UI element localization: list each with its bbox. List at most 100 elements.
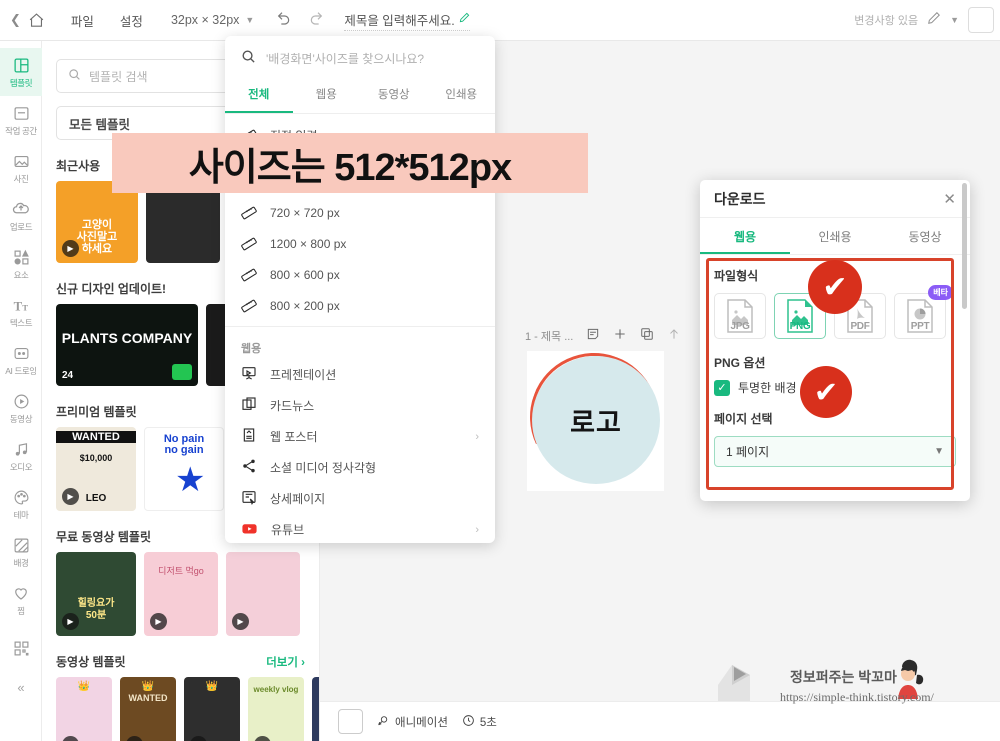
sidebar-item-photo[interactable]: 사진	[0, 144, 42, 192]
template-card[interactable]: WANTED $10,000 LEO ▶	[56, 427, 136, 511]
sidebar-item-upload[interactable]: 업로드	[0, 192, 42, 240]
size-item[interactable]: 800 × 600 px	[225, 259, 495, 290]
plus-icon[interactable]	[613, 327, 627, 344]
duration-button[interactable]: 5초	[462, 714, 497, 730]
tab-video[interactable]: 동영상	[360, 80, 428, 113]
size-item[interactable]: 720 × 720 px	[225, 197, 495, 228]
pencil-icon[interactable]	[459, 12, 470, 26]
template-card[interactable]: PLANTS COMPANY 24	[56, 304, 198, 386]
home-icon[interactable]	[28, 12, 45, 29]
sidebar-item-elements[interactable]: 요소	[0, 240, 42, 288]
menu-file[interactable]: 파일	[71, 11, 94, 30]
download-title: 다운로드	[714, 190, 766, 207]
close-icon[interactable]: ✕	[943, 190, 956, 208]
size-item-youtube[interactable]: 유튜브 ›	[225, 514, 495, 543]
sidebar-item-audio[interactable]: 오디오	[0, 432, 42, 480]
logo-circle-shape[interactable]: 로고	[532, 356, 660, 484]
workspace-icon	[13, 104, 30, 123]
sidebar-item-qr[interactable]	[0, 624, 42, 672]
undo-icon[interactable]	[276, 10, 292, 30]
template-card[interactable]	[312, 677, 319, 741]
tab-print[interactable]: 인쇄용	[428, 80, 496, 113]
back-icon[interactable]: ❮	[10, 12, 21, 28]
document-title[interactable]: 제목을 입력해주세요.	[344, 10, 470, 31]
divider	[225, 326, 495, 327]
template-card[interactable]: weekly vlog ▶	[248, 677, 304, 741]
edit-mode-icon[interactable]	[927, 11, 941, 30]
size-item[interactable]: 1200 × 800 px	[225, 228, 495, 259]
sidebar-item-text[interactable]: TT 텍스트	[0, 288, 42, 336]
template-card[interactable]: 👑 WANTED ▶	[120, 677, 176, 741]
sidebar-item-theme[interactable]: 테마	[0, 480, 42, 528]
design-canvas[interactable]: 로고	[511, 334, 677, 500]
size-item-label: 800 × 200 px	[270, 298, 340, 313]
chevron-down-icon: ▼	[245, 15, 255, 25]
template-filter-value: 모든 템플릿	[69, 117, 130, 132]
tab-print[interactable]: 인쇄용	[790, 218, 880, 254]
sidebar-item-background[interactable]: 배경	[0, 528, 42, 576]
template-card[interactable]: 고양이 사진말고 하세요 ▶	[56, 181, 138, 263]
download-panel-header: 다운로드 ✕	[700, 180, 970, 218]
sidebar-item-workspace[interactable]: 작업 공간	[0, 96, 42, 144]
size-item[interactable]: 800 × 200 px	[225, 290, 495, 321]
sidebar-item-template[interactable]: 템플릿	[0, 48, 42, 96]
sidebar-item-favorites[interactable]: 찜	[0, 576, 42, 624]
section-title-video: 동영상 템플릿	[56, 655, 126, 669]
ruler-icon	[241, 205, 257, 221]
copy-icon[interactable]	[640, 327, 654, 344]
size-item-label: 1200 × 800 px	[270, 236, 347, 251]
sidebar-item-video[interactable]: 동영상	[0, 384, 42, 432]
share-icon	[241, 458, 257, 477]
cards-icon	[241, 396, 257, 415]
duration-label: 5초	[479, 716, 497, 729]
play-icon: ▶	[190, 736, 207, 741]
tab-video[interactable]: 동영상	[880, 218, 970, 254]
redo-icon[interactable]	[308, 10, 324, 30]
sidebar-item-label: 사진	[13, 173, 29, 184]
template-card[interactable]: ▶	[226, 552, 300, 636]
format-jpg[interactable]: JPG	[714, 293, 766, 339]
chevron-down-icon[interactable]: ▼	[950, 15, 959, 25]
template-card[interactable]: 👑 ▶	[184, 677, 240, 741]
template-card[interactable]: 👑 ▶	[56, 677, 112, 741]
text-icon: TT	[12, 296, 31, 315]
tab-web[interactable]: 웹용	[700, 218, 790, 254]
template-card[interactable]: No pain no gain ★	[144, 427, 224, 511]
note-icon[interactable]	[586, 327, 600, 344]
template-icon	[13, 56, 30, 75]
menu-settings[interactable]: 설정	[120, 11, 143, 30]
more-link-video[interactable]: 더보기 ›	[266, 654, 305, 670]
page-thumb-icon[interactable]	[338, 709, 363, 734]
sidebar-item-label: 업로드	[9, 221, 33, 232]
template-card[interactable]: 디저트 먹go ▶	[144, 552, 218, 636]
transparent-background-label: 투명한 배경	[738, 381, 797, 395]
size-search-input[interactable]: '배경화면'사이즈를 찾으시나요?	[225, 36, 495, 80]
template-card[interactable]	[146, 181, 220, 263]
size-item-presentation[interactable]: 프레젠테이션	[225, 359, 495, 390]
play-icon: ▶	[254, 736, 271, 741]
template-card[interactable]: 힐링요가 50분 ▶	[56, 552, 136, 636]
share-button[interactable]	[968, 7, 994, 33]
tab-all[interactable]: 전체	[225, 80, 293, 113]
crown-icon: 👑	[141, 681, 155, 692]
size-search-placeholder: '배경화면'사이즈를 찾으시나요?	[266, 51, 425, 66]
checkbox-checked-icon[interactable]: ✓	[714, 379, 730, 396]
ppt-file-icon: PPT	[905, 298, 935, 334]
sidebar-item-label: 테마	[13, 509, 29, 520]
size-item-webposter[interactable]: 웹 포스터 ›	[225, 421, 495, 452]
format-label: PNG	[789, 321, 811, 332]
sidebar-item-ai-drawing[interactable]: AI 드로잉	[0, 336, 42, 384]
annotation-check-transparent: ✔	[800, 366, 852, 418]
canvas-size-selector[interactable]: 32px × 32px ▼	[171, 13, 254, 27]
size-item-detail-page[interactable]: 상세페이지	[225, 483, 495, 514]
size-item-cardnews[interactable]: 카드뉴스	[225, 390, 495, 421]
download-panel: 다운로드 ✕ 웹용 인쇄용 동영상 파일형식 JPG PNG PDF 베타 PP…	[700, 180, 970, 501]
size-item-social-square[interactable]: 소셜 미디어 정사각형	[225, 452, 495, 483]
qr-grid-icon	[13, 639, 30, 658]
tab-web[interactable]: 웹용	[293, 80, 361, 113]
page-select-dropdown[interactable]: 1 페이지 ▼	[714, 436, 956, 467]
animation-button[interactable]: 애니메이션	[377, 714, 448, 730]
collapse-sidebar-button[interactable]: «	[0, 672, 42, 702]
format-ppt[interactable]: 베타 PPT	[894, 285, 953, 339]
arrow-up-icon[interactable]	[667, 327, 681, 344]
